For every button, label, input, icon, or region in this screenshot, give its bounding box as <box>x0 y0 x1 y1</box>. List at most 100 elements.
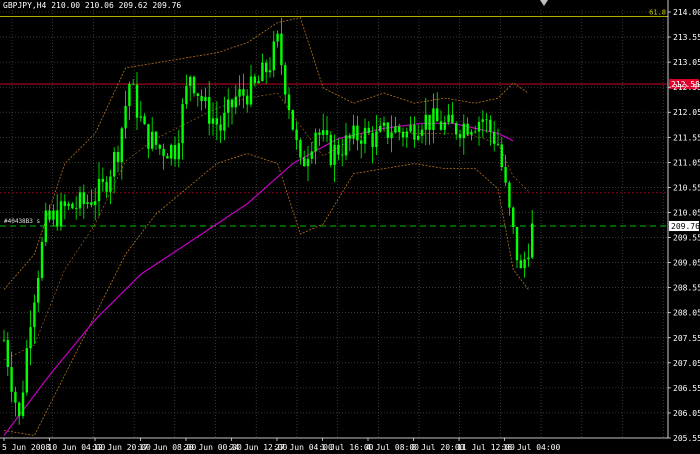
price-chart[interactable]: 61.8212.58#40438B3 s 1 214.00 213.55 213.0… <box>0 0 700 454</box>
candle-body <box>314 132 317 152</box>
y-tick-label: 210.55 <box>673 183 700 192</box>
candle-body <box>48 210 51 220</box>
candle-body <box>420 129 424 136</box>
candle-body <box>436 108 439 122</box>
candle-body <box>37 277 40 303</box>
candle-body <box>242 89 245 96</box>
candle-body <box>109 176 112 192</box>
order-label: #40438B3 s 1 <box>4 218 48 225</box>
candle-body <box>219 124 222 131</box>
candle-body <box>428 114 431 130</box>
symbol-label: GBPJPY,H4 <box>3 1 47 10</box>
candle-body <box>318 132 321 135</box>
candle-body <box>261 62 264 81</box>
candle-body <box>166 155 169 159</box>
candle-body <box>329 134 332 165</box>
candle-body <box>170 145 173 159</box>
fibonacci-label: 61.8 <box>649 9 666 17</box>
candle-body <box>158 144 161 149</box>
candle-body <box>82 192 85 204</box>
candle-body <box>496 143 500 145</box>
chart-window[interactable]: 61.8 212.58 #40438B3 s 1 214.00 213.55 213.0… <box>0 0 700 454</box>
candle-body <box>481 119 484 122</box>
chart-header: GBPJPY,H4 210.00 210.06 209.62 209.76 <box>3 1 181 10</box>
candle-body <box>462 123 465 139</box>
candle-body <box>470 131 473 135</box>
candle-body <box>223 112 226 131</box>
chart-shift-marker-icon[interactable] <box>540 0 548 6</box>
candle-body <box>295 129 298 141</box>
candle-body <box>515 226 519 261</box>
candle-body <box>344 135 348 156</box>
candle-body <box>485 119 488 121</box>
candle-body <box>477 121 481 132</box>
candle-body <box>489 119 492 132</box>
candle-body <box>458 134 462 139</box>
y-tick-label: 209.05 <box>673 259 700 268</box>
candle-body <box>527 257 530 260</box>
candle-body <box>44 210 47 242</box>
candle-body <box>40 241 44 278</box>
candle-body <box>63 201 66 207</box>
candle-body <box>211 118 215 124</box>
candle-body <box>21 392 25 417</box>
candle-body <box>299 140 302 158</box>
candle-body <box>508 182 511 208</box>
candle-body <box>215 118 218 125</box>
current-price-label: 209.76 <box>671 222 700 231</box>
candle-body <box>204 96 207 102</box>
candle-body <box>466 123 469 135</box>
y-tick-label: 212.55 <box>673 83 700 92</box>
y-tick-label: 206.55 <box>673 384 700 393</box>
candle-body <box>360 140 363 144</box>
candle-body <box>59 201 63 227</box>
candle-body <box>128 83 131 107</box>
candle-body <box>181 104 184 144</box>
candle-body <box>443 122 446 130</box>
y-tick-label: 214.00 <box>673 8 700 17</box>
y-tick-label: 210.05 <box>673 208 700 217</box>
candle-body <box>90 202 93 206</box>
candle-body <box>268 70 272 73</box>
candle-body <box>52 210 55 220</box>
candle-body <box>341 154 344 156</box>
y-tick-label: 212.05 <box>673 108 700 117</box>
candle-body <box>310 151 313 159</box>
candle-body <box>154 131 158 145</box>
y-tick-label: 213.55 <box>673 33 700 42</box>
candle-body <box>439 121 443 130</box>
candle-body <box>493 131 496 144</box>
candle-body <box>177 143 180 160</box>
candle-body <box>189 76 192 86</box>
bollinger-upper-line <box>3 17 529 290</box>
y-tick-label: 208.05 <box>673 309 700 318</box>
candle-body <box>455 123 458 135</box>
candles <box>2 17 534 425</box>
y-tick-label: 213.05 <box>673 58 700 67</box>
candle-body <box>151 131 154 149</box>
candle-body <box>113 151 116 177</box>
candle-body <box>303 157 306 167</box>
candle-body <box>230 99 234 108</box>
moving-average-line <box>3 122 514 436</box>
candle-body <box>413 125 416 140</box>
candle-body <box>325 130 329 135</box>
candle-body <box>291 110 294 130</box>
candle-body <box>101 178 104 182</box>
candle-body <box>424 114 427 130</box>
candle-body <box>356 125 359 141</box>
candle-body <box>519 260 522 269</box>
candle-body <box>337 144 340 155</box>
candle-body <box>105 181 108 192</box>
candle-body <box>272 41 275 71</box>
candle-body <box>386 122 389 138</box>
candle-body <box>29 327 32 349</box>
candle-body <box>14 391 17 403</box>
y-tick-label: 211.55 <box>673 133 700 142</box>
candle-body <box>371 132 374 148</box>
grid <box>0 10 668 439</box>
candle-body <box>531 223 534 258</box>
candle-body <box>375 131 378 148</box>
candle-body <box>474 131 477 133</box>
candle-body <box>432 108 435 130</box>
